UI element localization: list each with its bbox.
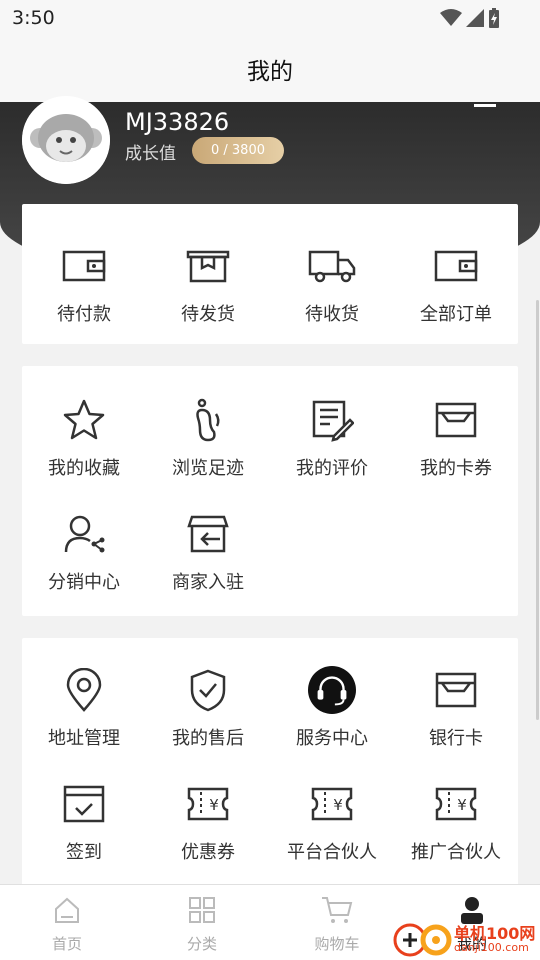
user-share-icon: [64, 515, 105, 553]
headset-icon: [308, 666, 356, 714]
tool-label: 我的评价: [296, 458, 368, 479]
service-label: 银行卡: [429, 728, 483, 749]
grid-icon: [189, 897, 215, 923]
service-bank-card[interactable]: 银行卡: [394, 666, 518, 750]
svg-text:¥: ¥: [457, 796, 467, 814]
review-edit-icon: [312, 400, 354, 442]
service-after-sales[interactable]: 我的售后: [146, 666, 270, 750]
svg-text:¥: ¥: [209, 796, 219, 814]
service-label: 地址管理: [48, 728, 120, 749]
shield-check-icon: [190, 669, 226, 712]
service-address[interactable]: 地址管理: [22, 666, 146, 750]
location-pin-icon: [66, 668, 102, 712]
menu-icon[interactable]: [474, 100, 496, 112]
order-pending-payment[interactable]: 待付款: [22, 242, 146, 326]
coupon-icon: ¥: [435, 787, 477, 821]
service-label: 推广合伙人: [411, 842, 501, 863]
order-pending-shipment[interactable]: 待发货: [146, 242, 270, 326]
page-title: 我的: [247, 59, 293, 85]
service-center[interactable]: 服务中心: [270, 666, 394, 750]
home-icon: [55, 897, 79, 923]
service-label: 签到: [66, 842, 102, 863]
scrollbar[interactable]: [536, 300, 539, 720]
wallet-icon: [434, 250, 478, 282]
tool-reviews[interactable]: 我的评价: [270, 396, 394, 480]
tab-label: 分类: [186, 935, 217, 953]
order-pending-receipt[interactable]: 待收货: [270, 242, 394, 326]
service-platform-partner[interactable]: ¥ 平台合伙人: [270, 780, 394, 864]
tool-favorites[interactable]: 我的收藏: [22, 396, 146, 480]
truck-icon: [308, 250, 356, 283]
tool-label: 我的卡券: [420, 458, 492, 479]
order-label: 待发货: [181, 304, 235, 325]
tab-category[interactable]: 分类: [162, 895, 242, 954]
tab-home[interactable]: 首页: [27, 895, 107, 954]
tool-footprint[interactable]: 浏览足迹: [146, 396, 270, 480]
footprint-icon: [196, 398, 220, 442]
checkin-icon: [63, 785, 105, 823]
tool-label: 分销中心: [48, 572, 120, 593]
tool-label: 商家入驻: [172, 572, 244, 593]
tab-label: 首页: [51, 935, 82, 953]
orders-card: 待付款 待发货 待收货 全部订单: [22, 204, 518, 344]
wifi-icon: [440, 9, 462, 26]
watermark: 单机100网 danji100.com: [392, 916, 540, 960]
nav-bar: 我的: [0, 36, 540, 102]
service-label: 平台合伙人: [287, 842, 377, 863]
wallet-icon: [62, 250, 106, 282]
status-bar: 3:50: [0, 0, 540, 36]
service-label: 服务中心: [296, 728, 368, 749]
tool-merchant-join[interactable]: 商家入驻: [146, 510, 270, 594]
order-label: 待收货: [305, 304, 359, 325]
service-coupons[interactable]: ¥ 优惠券: [146, 780, 270, 864]
tool-coupons[interactable]: 我的卡券: [394, 396, 518, 480]
watermark-url: danji100.com: [454, 941, 529, 954]
growth-progress-pill[interactable]: 0 / 3800: [192, 137, 284, 164]
battery-icon: [489, 8, 499, 28]
tab-cart[interactable]: 购物车: [297, 895, 377, 954]
package-box-icon: [186, 250, 230, 283]
card-box-icon: [435, 672, 477, 708]
tool-distribution[interactable]: 分销中心: [22, 510, 146, 594]
coupon-icon: ¥: [187, 787, 229, 821]
order-all[interactable]: 全部订单: [394, 242, 518, 326]
tool-label: 浏览足迹: [172, 458, 244, 479]
coupon-icon: ¥: [311, 787, 353, 821]
service-label: 我的售后: [172, 728, 244, 749]
order-label: 待付款: [57, 304, 111, 325]
services-card: 地址管理 我的售后 服务中心 银行卡 签到 ¥ 优惠券 ¥ 平台合伙人 ¥ 推广…: [22, 638, 518, 888]
service-checkin[interactable]: 签到: [22, 780, 146, 864]
star-icon: [63, 399, 105, 440]
avatar[interactable]: [22, 96, 110, 184]
username: MJ33826: [125, 108, 230, 136]
tab-label: 购物车: [314, 935, 360, 953]
status-time: 3:50: [12, 7, 55, 29]
order-label: 全部订单: [420, 304, 492, 325]
monkey-avatar-icon: [22, 96, 110, 184]
watermark-logo-icon: [393, 923, 452, 957]
service-promotion-partner[interactable]: ¥ 推广合伙人: [394, 780, 518, 864]
cart-icon: [322, 897, 353, 923]
svg-text:¥: ¥: [333, 796, 343, 814]
store-enter-icon: [187, 515, 229, 553]
tool-label: 我的收藏: [48, 458, 120, 479]
card-box-icon: [435, 402, 477, 438]
signal-icon: [466, 9, 484, 27]
status-icons: [440, 8, 500, 28]
growth-label: 成长值: [125, 144, 176, 164]
service-label: 优惠券: [181, 842, 235, 863]
tools-card: 我的收藏 浏览足迹 我的评价 我的卡券 分销中心 商家入驻: [22, 366, 518, 616]
